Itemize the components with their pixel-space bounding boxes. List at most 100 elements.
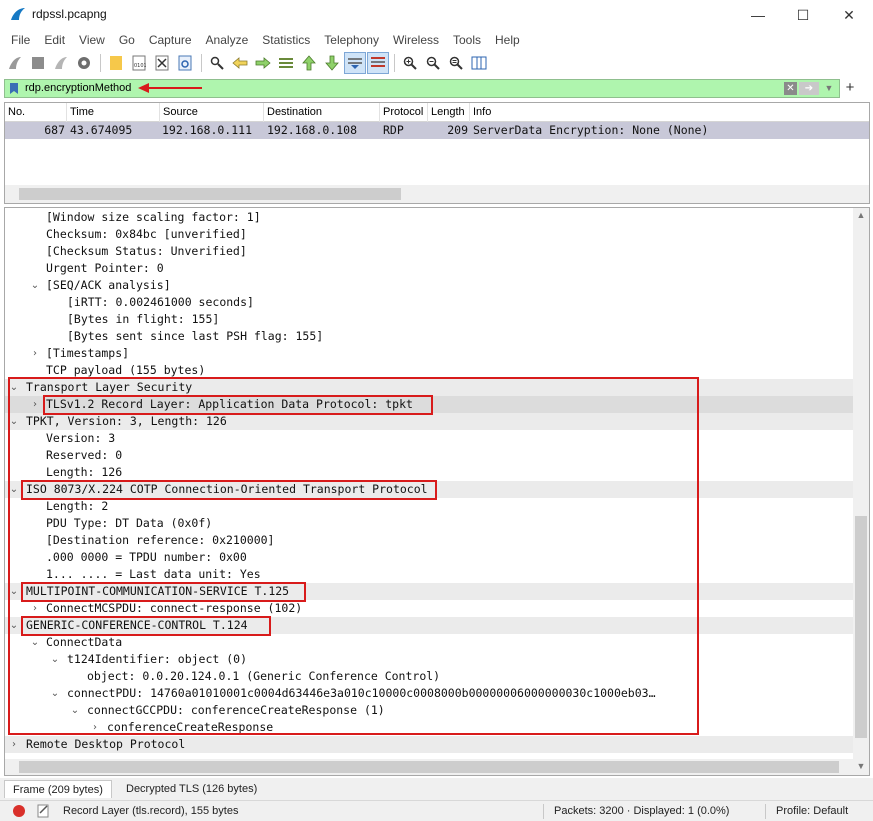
packet-list-header: No. Time Source Destination Protocol Len… bbox=[5, 103, 869, 122]
tree-item[interactable]: [Bytes in flight: 155] bbox=[5, 311, 854, 328]
capture-options-icon[interactable] bbox=[73, 52, 95, 74]
save-file-icon[interactable]: 0101 bbox=[128, 52, 150, 74]
window-title: rdpssl.pcapng bbox=[32, 7, 107, 21]
menu-edit[interactable]: Edit bbox=[37, 30, 72, 50]
chevron-right-icon[interactable]: › bbox=[8, 736, 20, 753]
tree-item-label: Remote Desktop Protocol bbox=[26, 737, 186, 751]
details-vertical-scrollbar[interactable]: ▲ ▼ bbox=[853, 208, 869, 775]
status-profile[interactable]: Profile: Default bbox=[776, 804, 848, 819]
menu-wireless[interactable]: Wireless bbox=[386, 30, 446, 50]
tree-item-label: [Bytes in flight: 155] bbox=[67, 312, 220, 326]
minimize-icon[interactable]: — bbox=[735, 0, 781, 30]
scroll-down-icon[interactable]: ▼ bbox=[853, 761, 869, 773]
packet-row[interactable]: 687 43.674095 192.168.0.111 192.168.0.10… bbox=[5, 122, 869, 139]
tree-item[interactable]: [Bytes sent since last PSH flag: 155] bbox=[5, 328, 854, 345]
tab-decrypted-tls[interactable]: Decrypted TLS (126 bytes) bbox=[118, 780, 265, 798]
go-forward-icon[interactable] bbox=[252, 52, 274, 74]
tree-item[interactable]: ⌄ [SEQ/ACK analysis] bbox=[5, 277, 854, 294]
capture-comment-icon[interactable] bbox=[36, 803, 50, 818]
menu-go[interactable]: Go bbox=[112, 30, 142, 50]
menu-view[interactable]: View bbox=[72, 30, 112, 50]
annotation-box-mcs bbox=[21, 582, 306, 602]
zoom-out-icon[interactable] bbox=[422, 52, 444, 74]
tree-item[interactable]: [Window size scaling factor: 1] bbox=[5, 209, 854, 226]
go-to-packet-icon[interactable] bbox=[275, 52, 297, 74]
toolbar-separator bbox=[201, 54, 202, 72]
scrollbar-thumb[interactable] bbox=[19, 761, 839, 773]
menu-statistics[interactable]: Statistics bbox=[255, 30, 317, 50]
status-separator bbox=[543, 804, 544, 819]
column-protocol[interactable]: Protocol bbox=[380, 103, 428, 122]
column-source[interactable]: Source bbox=[160, 103, 264, 122]
open-file-icon[interactable] bbox=[105, 52, 127, 74]
go-back-icon[interactable] bbox=[229, 52, 251, 74]
reload-file-icon[interactable] bbox=[174, 52, 196, 74]
filter-dropdown-icon[interactable]: ▼ bbox=[823, 82, 835, 95]
chevron-down-icon[interactable]: ⌄ bbox=[29, 277, 41, 294]
go-first-packet-icon[interactable] bbox=[298, 52, 320, 74]
details-horizontal-scrollbar[interactable] bbox=[5, 759, 854, 775]
svg-text:0101: 0101 bbox=[134, 63, 146, 69]
add-filter-button-icon[interactable]: + bbox=[843, 79, 857, 98]
stop-capture-icon[interactable] bbox=[27, 52, 49, 74]
bookmark-icon[interactable] bbox=[8, 82, 20, 95]
status-field-info: Record Layer (tls.record), 155 bytes bbox=[63, 805, 239, 817]
apply-filter-icon[interactable]: ➔ bbox=[799, 82, 819, 95]
go-last-packet-icon[interactable] bbox=[321, 52, 343, 74]
tab-frame-bytes[interactable]: Frame (209 bytes) bbox=[4, 780, 112, 798]
clear-filter-icon[interactable]: ✕ bbox=[784, 82, 797, 95]
column-no[interactable]: No. bbox=[5, 103, 67, 122]
tree-item-label: [Bytes sent since last PSH flag: 155] bbox=[67, 329, 324, 343]
menu-analyze[interactable]: Analyze bbox=[199, 30, 256, 50]
annotation-box-cotp bbox=[21, 480, 437, 500]
tree-item-label: [Checksum Status: Unverified] bbox=[46, 244, 247, 258]
close-file-icon[interactable] bbox=[151, 52, 173, 74]
resize-columns-icon[interactable] bbox=[468, 52, 490, 74]
scrollbar-thumb[interactable] bbox=[19, 188, 401, 200]
tree-item[interactable]: Checksum: 0x84bc [unverified] bbox=[5, 226, 854, 243]
packet-details-tree: [Window size scaling factor: 1] Checksum… bbox=[4, 207, 870, 776]
tree-item-rdp[interactable]: › Remote Desktop Protocol bbox=[5, 736, 854, 753]
menu-file[interactable]: File bbox=[4, 30, 37, 50]
expert-info-icon[interactable] bbox=[12, 804, 26, 818]
scrollbar-thumb[interactable] bbox=[855, 516, 867, 738]
cell-no: 687 bbox=[44, 123, 65, 137]
menu-bar: File Edit View Go Capture Analyze Statis… bbox=[0, 30, 873, 50]
main-toolbar: 0101 bbox=[0, 50, 873, 76]
tree-item[interactable]: [iRTT: 0.002461000 seconds] bbox=[5, 294, 854, 311]
column-info[interactable]: Info bbox=[470, 103, 869, 122]
menu-help[interactable]: Help bbox=[488, 30, 527, 50]
chevron-right-icon[interactable]: › bbox=[29, 345, 41, 362]
normal-size-icon[interactable] bbox=[445, 52, 467, 74]
annotation-box-gcc bbox=[21, 616, 271, 636]
tree-item-label: Urgent Pointer: 0 bbox=[46, 261, 164, 275]
tree-item[interactable]: › [Timestamps] bbox=[5, 345, 854, 362]
restart-capture-icon[interactable] bbox=[50, 52, 72, 74]
annotation-box-tls-record bbox=[43, 395, 433, 415]
menu-telephony[interactable]: Telephony bbox=[317, 30, 386, 50]
scroll-up-icon[interactable]: ▲ bbox=[853, 210, 869, 222]
tree-item-label: [iRTT: 0.002461000 seconds] bbox=[67, 295, 254, 309]
start-capture-icon[interactable] bbox=[4, 52, 26, 74]
maximize-icon[interactable]: ☐ bbox=[780, 0, 826, 30]
auto-scroll-icon[interactable] bbox=[344, 52, 366, 74]
column-destination[interactable]: Destination bbox=[264, 103, 380, 122]
find-packet-icon[interactable] bbox=[206, 52, 228, 74]
menu-capture[interactable]: Capture bbox=[142, 30, 199, 50]
title-bar: rdpssl.pcapng — ☐ ✕ bbox=[0, 0, 873, 30]
cell-protocol: RDP bbox=[383, 123, 404, 137]
display-filter-bar: ✕ ➔ ▼ bbox=[4, 79, 840, 98]
close-icon[interactable]: ✕ bbox=[826, 0, 872, 30]
column-length[interactable]: Length bbox=[428, 103, 470, 122]
menu-tools[interactable]: Tools bbox=[446, 30, 488, 50]
tree-item[interactable]: [Checksum Status: Unverified] bbox=[5, 243, 854, 260]
toolbar-separator bbox=[100, 54, 101, 72]
tree-item[interactable]: Urgent Pointer: 0 bbox=[5, 260, 854, 277]
colorize-icon[interactable] bbox=[367, 52, 389, 74]
cell-info: ServerData Encryption: None (None) bbox=[473, 123, 709, 137]
annotation-box-outer bbox=[8, 377, 699, 735]
packet-list-horizontal-scrollbar[interactable] bbox=[5, 185, 869, 203]
column-time[interactable]: Time bbox=[67, 103, 160, 122]
zoom-in-icon[interactable] bbox=[399, 52, 421, 74]
tree-item-label: Checksum: 0x84bc [unverified] bbox=[46, 227, 247, 241]
